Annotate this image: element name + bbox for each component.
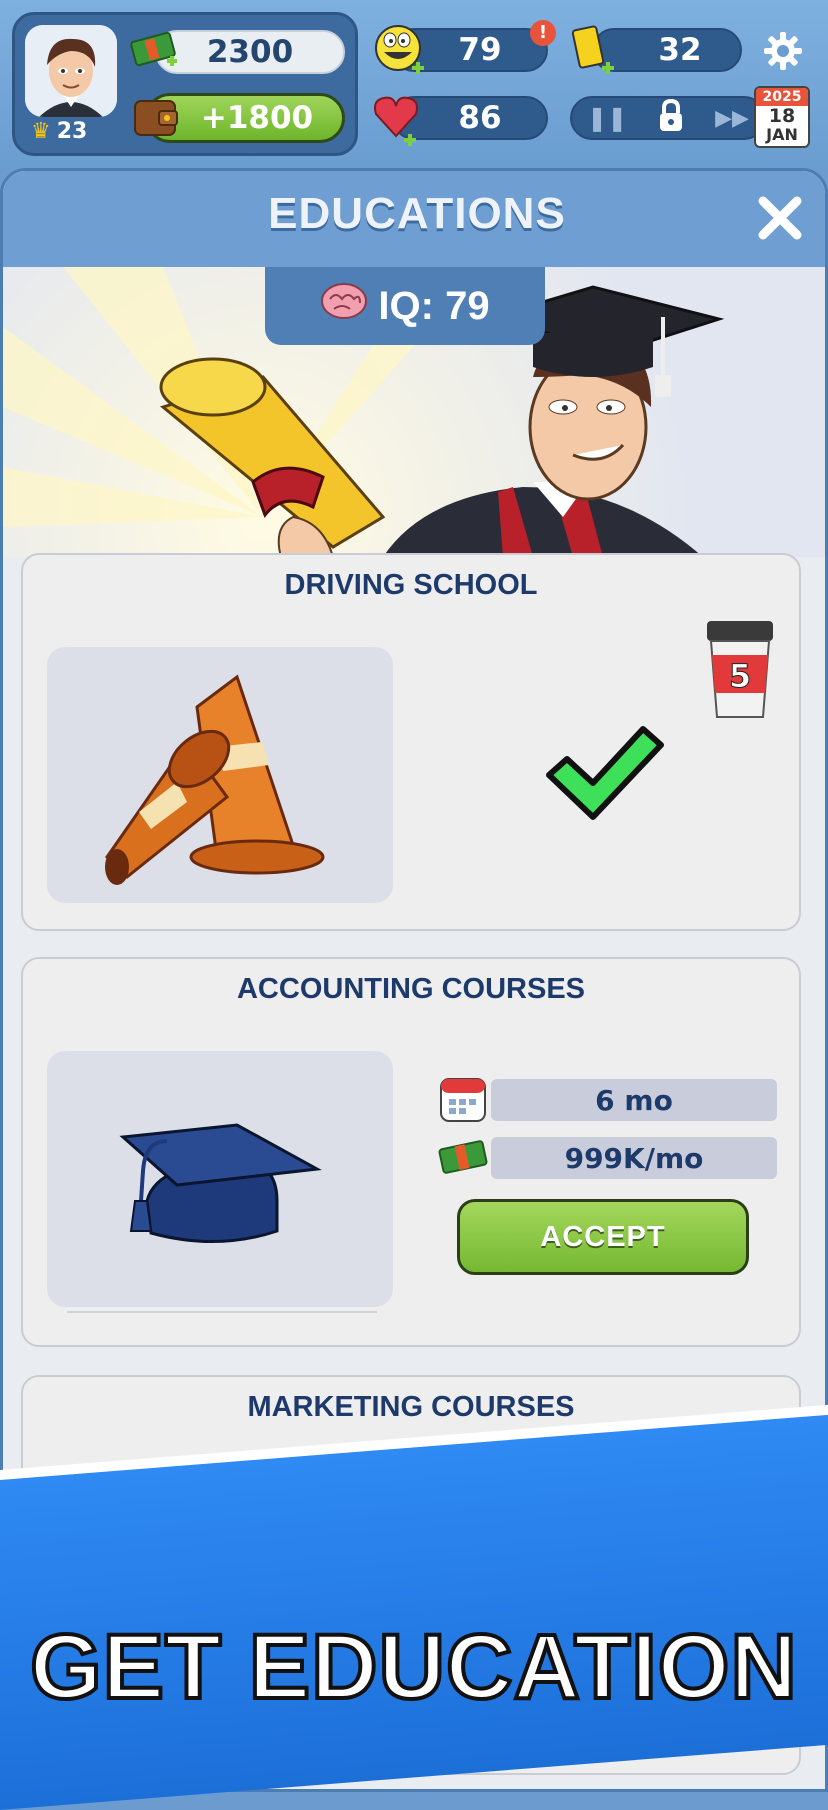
divider: [67, 1311, 377, 1313]
health-value: 86: [458, 100, 502, 136]
close-icon[interactable]: [755, 193, 805, 247]
duration-row: 6 mo: [491, 1079, 777, 1121]
tickets-value: 32: [658, 32, 702, 68]
coffee-badge-value: 5: [728, 657, 752, 696]
income-value: +1800: [200, 100, 314, 136]
course-card-accounting: ACCOUNTING COURSES 6 mo 999K/mo ACCEPT: [21, 957, 801, 1347]
course-image: [47, 1051, 393, 1307]
iq-value: IQ: 79: [378, 283, 490, 328]
level-indicator: ♛ 23: [31, 119, 87, 144]
calendar-day: 18: [768, 105, 796, 127]
profile-panel: ♛ 23 2300 +1800: [12, 12, 358, 156]
promo-banner-text: GET EDUCATION: [28, 1614, 799, 1720]
player-avatar[interactable]: [25, 25, 117, 117]
calendar-icon: [439, 1075, 487, 1127]
fast-forward-icon[interactable]: ▶▶: [715, 106, 749, 131]
heart-add-icon[interactable]: [370, 90, 430, 154]
price-row: 999K/mo: [491, 1137, 777, 1179]
smiley-add-icon[interactable]: [372, 22, 428, 82]
course-image: [47, 647, 393, 903]
level-value: 23: [56, 119, 88, 144]
crown-icon: ♛: [31, 119, 51, 144]
happiness-value: 79: [458, 32, 502, 68]
course-card-driving-school: DRIVING SCHOOL 5: [21, 553, 801, 931]
modal-title: EDUCATIONS: [268, 189, 566, 238]
coffee-cup-badge: 5: [703, 619, 777, 719]
calendar-month: JAN: [766, 125, 798, 144]
ticket-add-icon[interactable]: [568, 22, 624, 82]
calendar-date[interactable]: 2025 18 JAN: [754, 86, 810, 148]
traffic-cones-icon: [105, 674, 325, 885]
speed-controls: ❚❚ ▶▶: [570, 96, 766, 140]
accept-label: ACCEPT: [540, 1220, 666, 1253]
course-title: ACCOUNTING COURSES: [236, 973, 585, 1005]
cash-icon: [435, 1133, 491, 1183]
brain-icon: [320, 281, 368, 331]
accept-button[interactable]: ACCEPT: [457, 1199, 749, 1275]
alert-icon[interactable]: !: [530, 20, 556, 46]
wallet-icon: [131, 93, 181, 147]
money-value: 2300: [206, 34, 294, 70]
cash-add-icon[interactable]: [129, 27, 181, 81]
duration-value: 6 mo: [595, 1083, 673, 1117]
calendar-year: 2025: [756, 88, 808, 106]
checkmark-icon: [543, 721, 667, 829]
money-counter[interactable]: 2300: [155, 30, 345, 74]
gear-icon[interactable]: [762, 30, 804, 76]
price-value: 999K/mo: [564, 1141, 704, 1175]
lock-icon[interactable]: [657, 98, 685, 137]
iq-display: IQ: 79: [265, 267, 545, 345]
course-title: DRIVING SCHOOL: [284, 569, 538, 601]
top-hud: ♛ 23 2300 +1800 79 ! 32 86 ❚❚ ▶▶ 2025 18…: [0, 0, 828, 168]
graduation-cap-icon: [119, 1123, 322, 1243]
pause-icon[interactable]: ❚❚: [587, 104, 627, 132]
promo-banner: [0, 1414, 828, 1810]
